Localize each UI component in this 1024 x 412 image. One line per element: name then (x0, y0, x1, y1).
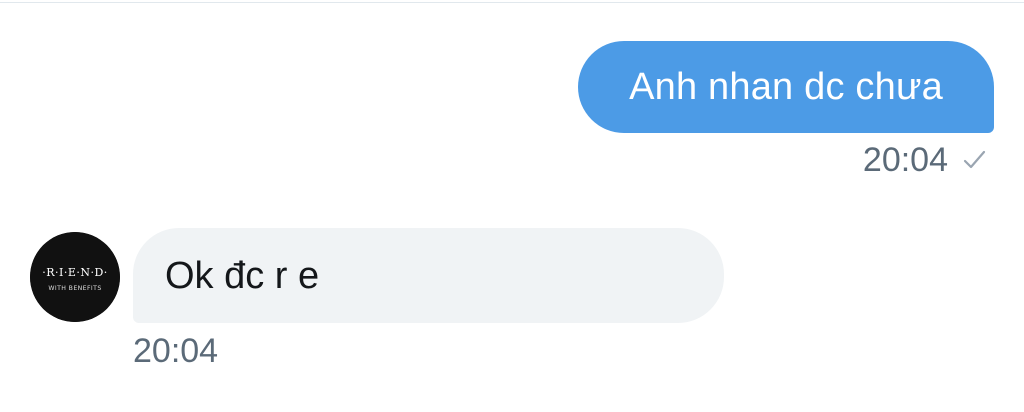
avatar[interactable]: ·R·I·E·N·D· WITH BENEFITS (30, 232, 120, 322)
sent-message-meta: 20:04 (863, 140, 990, 180)
received-message-bubble[interactable]: Ok đc r e (133, 228, 724, 323)
avatar-logo-line2: WITH BENEFITS (48, 285, 101, 292)
single-check-icon (960, 145, 990, 175)
top-divider (0, 2, 1024, 3)
avatar-logo-line1: ·R·I·E·N·D· (42, 266, 108, 279)
received-message-text: Ok đc r e (165, 254, 320, 297)
received-message-meta: 20:04 (133, 331, 218, 371)
friends-with-benefits-logo-icon: ·R·I·E·N·D· WITH BENEFITS (30, 232, 120, 322)
sent-message-text: Anh nhan dc chưa (629, 66, 943, 108)
sent-message-bubble[interactable]: Anh nhan dc chưa (578, 41, 994, 133)
sent-message-time: 20:04 (862, 141, 948, 179)
received-message-time: 20:04 (133, 332, 219, 370)
